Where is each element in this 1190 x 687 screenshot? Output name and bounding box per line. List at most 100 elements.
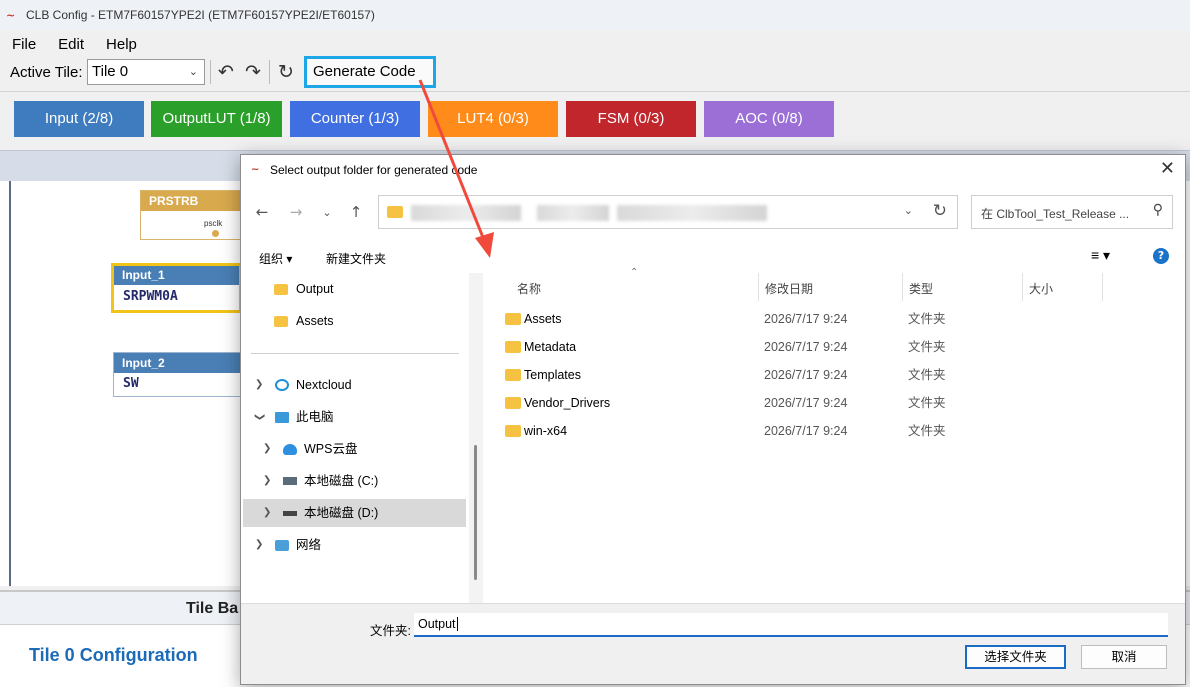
nav-item-assets[interactable]: Assets (251, 307, 466, 335)
generate-code-button[interactable]: Generate Code (304, 56, 436, 88)
active-tile-label: Active Tile: (10, 64, 83, 81)
column-date[interactable]: 修改日期 (765, 280, 813, 297)
chevron-right-icon[interactable]: ❯ (255, 531, 263, 559)
folder-icon (274, 316, 288, 327)
node-title: PRSTRB (141, 191, 241, 211)
network-icon (275, 540, 289, 551)
blurred-path-segment (537, 205, 609, 221)
undo-icon[interactable]: ↶ (215, 60, 237, 84)
menu-edit[interactable]: Edit (58, 36, 84, 53)
nav-item-output[interactable]: Output (251, 275, 466, 303)
input-1-node[interactable]: Input_1 SRPWM0A (111, 263, 242, 313)
recent-chevron-icon[interactable]: ⌄ (316, 206, 338, 219)
chevron-down-icon[interactable]: ⌄ (904, 204, 913, 217)
active-tile-value: Tile 0 (92, 63, 129, 80)
column-separator[interactable] (1022, 273, 1023, 301)
folder-name-input[interactable]: Output (414, 613, 1168, 637)
column-separator[interactable] (902, 273, 903, 301)
folder-icon (387, 206, 403, 218)
back-icon[interactable]: ← (251, 203, 273, 221)
port-label: psclk (204, 219, 223, 228)
column-separator[interactable] (758, 273, 759, 301)
close-icon[interactable]: ✕ (1160, 158, 1175, 179)
file-row[interactable]: win-x64 2026/7/17 9:24 文件夹 (503, 417, 1103, 445)
refresh-icon[interactable]: ↻ (933, 201, 947, 221)
category-tab-fsm[interactable]: FSM (0/3) (566, 101, 696, 137)
column-size[interactable]: 大小 (1029, 280, 1053, 297)
drive-icon (283, 477, 297, 485)
node-signal: SRPWM0A (123, 289, 178, 304)
dialog-title: Select output folder for generated code (270, 163, 478, 177)
category-tab-input[interactable]: Input (2/8) (14, 101, 144, 137)
toolbar-separator (269, 60, 270, 84)
cloud-icon (283, 444, 297, 455)
chevron-down-icon: ⌄ (188, 66, 198, 78)
file-row[interactable]: Vendor_Drivers 2026/7/17 9:24 文件夹 (503, 389, 1103, 417)
file-row[interactable]: Assets 2026/7/17 9:24 文件夹 (503, 305, 1103, 333)
redo-icon[interactable]: ↷ (242, 60, 264, 84)
column-type[interactable]: 类型 (909, 280, 933, 297)
nav-scrollbar[interactable] (474, 445, 477, 580)
nav-item-drive-c[interactable]: ❯ 本地磁盘 (C:) (251, 467, 466, 495)
computer-icon (275, 412, 289, 423)
window-title: CLB Config - ETM7F60157YPE2I (ETM7F60157… (26, 8, 375, 22)
nextcloud-icon (275, 379, 289, 391)
prstrb-node[interactable]: PRSTRB psclk (140, 190, 242, 240)
file-row[interactable]: Templates 2026/7/17 9:24 文件夹 (503, 361, 1103, 389)
folder-icon (274, 284, 288, 295)
column-separator[interactable] (1102, 273, 1103, 301)
chevron-right-icon[interactable]: ❯ (263, 499, 271, 527)
sort-caret-icon: ⌃ (630, 267, 639, 278)
organize-menu[interactable]: 组织 ▾ (259, 250, 292, 267)
chevron-right-icon[interactable]: ❯ (255, 371, 263, 399)
window-titlebar: ~ CLB Config - ETM7F60157YPE2I (ETM7F601… (0, 0, 1190, 30)
nav-item-wps-cloud[interactable]: ❯ WPS云盘 (251, 435, 466, 463)
nav-divider (251, 353, 459, 354)
new-folder-button[interactable]: 新建文件夹 (326, 250, 386, 267)
blurred-path-segment (411, 205, 521, 221)
dialog-titlebar: ~ Select output folder for generated cod… (241, 155, 1185, 185)
folder-icon (505, 425, 521, 437)
forward-icon[interactable]: → (285, 203, 307, 221)
toolbar-separator (210, 60, 211, 84)
up-icon[interactable]: ↑ (345, 203, 367, 221)
cancel-button[interactable]: 取消 (1081, 645, 1167, 669)
view-options-icon[interactable]: ≡ ▾ (1091, 247, 1110, 264)
drive-icon (283, 511, 297, 516)
nav-item-drive-d[interactable]: ❯ 本地磁盘 (D:) (243, 499, 466, 527)
active-tile-select[interactable]: Tile 0 ⌄ (87, 59, 205, 85)
nav-item-this-pc[interactable]: ❯ 此电脑 (251, 403, 466, 431)
menu-help[interactable]: Help (106, 36, 137, 53)
category-tab-aoc[interactable]: AOC (0/8) (704, 101, 834, 137)
menu-file[interactable]: File (12, 36, 36, 53)
category-tab-lut4[interactable]: LUT4 (0/3) (428, 101, 558, 137)
input-2-node[interactable]: Input_2 SW (113, 352, 242, 397)
folder-icon (505, 369, 521, 381)
port-dot[interactable] (212, 230, 219, 237)
nav-item-network[interactable]: ❯ 网络 (251, 531, 466, 559)
category-tab-counter[interactable]: Counter (1/3) (290, 101, 420, 137)
folder-icon (505, 341, 521, 353)
help-icon[interactable]: ? (1153, 248, 1169, 264)
canvas-bus-line (9, 181, 11, 586)
select-folder-button[interactable]: 选择文件夹 (965, 645, 1066, 669)
nav-item-nextcloud[interactable]: ❯ Nextcloud (251, 371, 466, 399)
search-box[interactable]: 在 ClbTool_Test_Release ... ⚲ (971, 195, 1173, 229)
refresh-icon[interactable]: ↻ (275, 60, 297, 84)
chevron-right-icon[interactable]: ❯ (263, 467, 271, 495)
node-signal: SW (123, 376, 139, 391)
node-title: Input_1 (114, 266, 239, 285)
folder-icon (505, 313, 521, 325)
node-title: Input_2 (114, 353, 241, 373)
select-folder-dialog: ~ Select output folder for generated cod… (240, 154, 1186, 685)
folder-field-label: 文件夹: (370, 624, 411, 638)
folder-icon (505, 397, 521, 409)
column-name[interactable]: 名称 (517, 280, 541, 297)
category-tab-outputlut[interactable]: OutputLUT (1/8) (151, 101, 282, 137)
address-bar[interactable]: ⌄ ↻ (378, 195, 958, 229)
chevron-right-icon[interactable]: ❯ (263, 435, 271, 463)
chevron-down-icon[interactable]: ❯ (245, 413, 273, 421)
app-logo-icon: ~ (6, 9, 16, 22)
search-placeholder: 在 ClbTool_Test_Release ... (981, 207, 1130, 221)
file-row[interactable]: Metadata 2026/7/17 9:24 文件夹 (503, 333, 1103, 361)
